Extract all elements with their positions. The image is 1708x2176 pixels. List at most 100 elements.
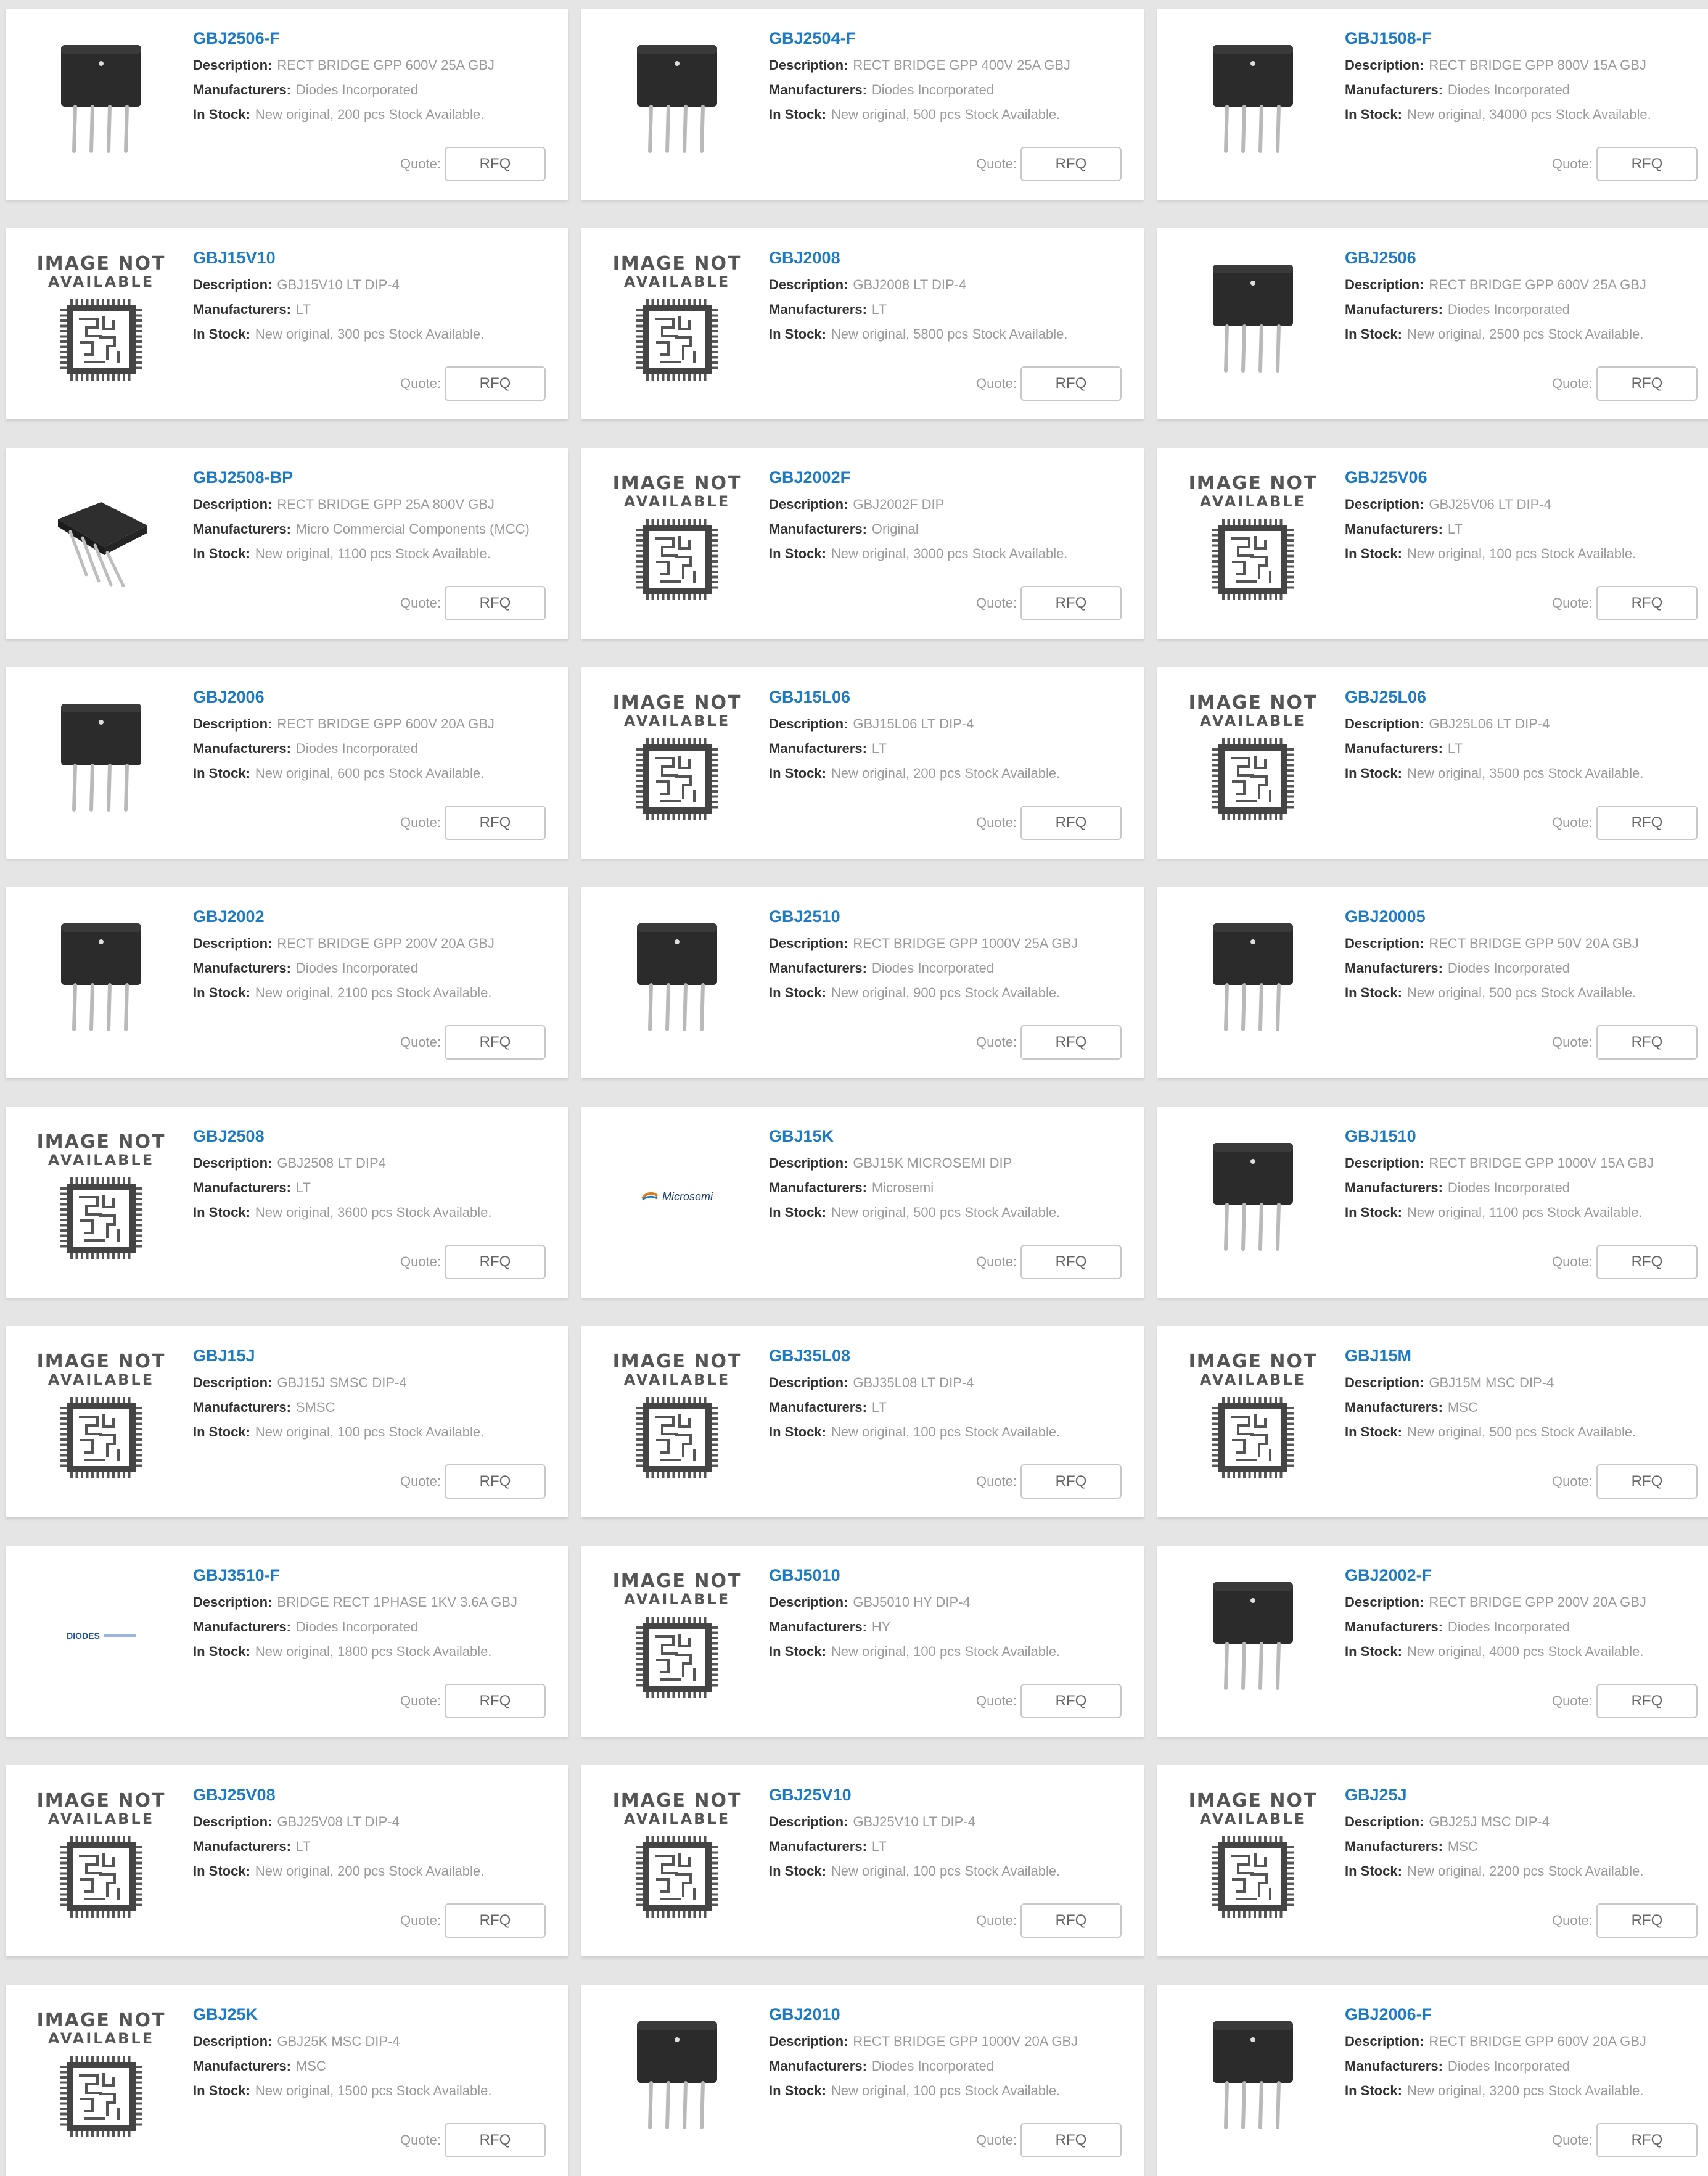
rfq-button[interactable]: RFQ	[1596, 1464, 1698, 1499]
product-image[interactable]: IMAGE NOT AVAILABLE	[606, 683, 748, 831]
description-value: RECT BRIDGE GPP 600V 25A GBJ	[277, 57, 495, 73]
rfq-button[interactable]: RFQ	[445, 586, 546, 620]
product-image[interactable]: IMAGE NOT AVAILABLE	[606, 464, 748, 612]
rfq-button[interactable]: RFQ	[1596, 1903, 1698, 1938]
rfq-button[interactable]: RFQ	[1596, 1684, 1698, 1718]
product-image[interactable]: IMAGE NOT AVAILABLE	[30, 1781, 172, 1929]
rfq-button[interactable]: RFQ	[1596, 2123, 1698, 2157]
rfq-button[interactable]: RFQ	[445, 1684, 546, 1718]
rfq-button[interactable]: RFQ	[1596, 147, 1698, 181]
rfq-button[interactable]: RFQ	[1596, 1245, 1698, 1279]
rfq-button[interactable]: RFQ	[1020, 2123, 1122, 2157]
product-part-number-link[interactable]: GBJ20005	[1345, 905, 1701, 928]
product-part-number-link[interactable]: GBJ25K	[193, 2003, 549, 2026]
product-part-number-link[interactable]: GBJ25L06	[1345, 686, 1701, 708]
product-image[interactable]: IMAGE NOT AVAILABLE	[30, 2001, 172, 2149]
product-part-number-link[interactable]: GBJ2504-F	[769, 27, 1125, 49]
product-part-number-link[interactable]: GBJ2006	[193, 686, 549, 708]
product-part-number-link[interactable]: GBJ15J	[193, 1345, 549, 1367]
product-part-number-link[interactable]: GBJ2510	[769, 905, 1125, 928]
product-image[interactable]: IMAGE NOT AVAILABLE	[606, 244, 748, 392]
rfq-button[interactable]: RFQ	[445, 806, 546, 840]
product-image[interactable]	[1182, 244, 1324, 392]
product-image[interactable]: IMAGE NOT AVAILABLE	[1182, 1342, 1324, 1490]
rfq-button[interactable]: RFQ	[1596, 586, 1698, 620]
product-part-number-link[interactable]: GBJ25J	[1345, 1784, 1701, 1806]
product-image[interactable]	[30, 683, 172, 831]
description-row: Description: GBJ35L08 LT DIP-4	[769, 1370, 1125, 1395]
product-part-number-link[interactable]: GBJ15K	[769, 1125, 1125, 1147]
rfq-button[interactable]: RFQ	[1020, 1903, 1122, 1938]
stock-value: New original, 3600 pcs Stock Available.	[255, 1205, 492, 1220]
rfq-button[interactable]: RFQ	[1020, 586, 1122, 620]
product-image[interactable]: IMAGE NOT AVAILABLE	[606, 1781, 748, 1929]
product-image[interactable]: IMAGE NOT AVAILABLE	[30, 1123, 172, 1271]
rfq-button[interactable]: RFQ	[1020, 1464, 1122, 1499]
rfq-button[interactable]: RFQ	[445, 1464, 546, 1499]
product-image[interactable]: IMAGE NOT AVAILABLE	[1182, 1781, 1324, 1929]
rfq-button[interactable]: RFQ	[445, 1903, 546, 1938]
product-part-number-link[interactable]: GBJ15L06	[769, 686, 1125, 708]
product-image[interactable]: Microsemi	[606, 1123, 748, 1271]
rfq-button[interactable]: RFQ	[1596, 1025, 1698, 1060]
product-image[interactable]	[30, 25, 172, 173]
rfq-button[interactable]: RFQ	[1020, 366, 1122, 401]
rfq-button[interactable]: RFQ	[445, 1245, 546, 1279]
product-image[interactable]: IMAGE NOT AVAILABLE	[1182, 464, 1324, 612]
product-part-number-link[interactable]: GBJ5010	[769, 1564, 1125, 1586]
product-image[interactable]	[30, 464, 172, 612]
product-part-number-link[interactable]: GBJ2006-F	[1345, 2003, 1701, 2026]
product-image[interactable]	[1182, 1562, 1324, 1710]
product-image[interactable]: IMAGE NOT AVAILABLE	[30, 1342, 172, 1490]
product-part-number-link[interactable]: GBJ25V10	[769, 1784, 1125, 1806]
product-card: IMAGE NOT AVAILABLE GBJ15L06 Description…	[581, 667, 1144, 859]
description-label: Description:	[769, 277, 848, 292]
product-part-number-link[interactable]: GBJ2506	[1345, 247, 1701, 269]
description-label: Description:	[769, 716, 848, 732]
product-image[interactable]	[1182, 903, 1324, 1051]
product-part-number-link[interactable]: GBJ2508-BP	[193, 466, 549, 488]
product-image[interactable]	[1182, 25, 1324, 173]
rfq-button[interactable]: RFQ	[1020, 1025, 1122, 1060]
rfq-button[interactable]: RFQ	[1020, 1684, 1122, 1718]
rfq-button[interactable]: RFQ	[1596, 366, 1698, 401]
product-part-number-link[interactable]: GBJ2010	[769, 2003, 1125, 2026]
product-image[interactable]	[606, 2001, 748, 2149]
product-image[interactable]: IMAGE NOT AVAILABLE	[1182, 683, 1324, 831]
product-image[interactable]	[30, 903, 172, 1051]
product-part-number-link[interactable]: GBJ2002	[193, 905, 549, 928]
rfq-button[interactable]: RFQ	[1020, 147, 1122, 181]
rfq-button[interactable]: RFQ	[445, 2123, 546, 2157]
product-image[interactable]	[606, 25, 748, 173]
product-part-number-link[interactable]: GBJ3510-F	[193, 1564, 549, 1586]
rfq-button[interactable]: RFQ	[445, 147, 546, 181]
rfq-button[interactable]: RFQ	[445, 366, 546, 401]
in-stock-label: In Stock:	[769, 326, 826, 342]
product-image[interactable]	[1182, 2001, 1324, 2149]
product-image[interactable]: IMAGE NOT AVAILABLE	[606, 1562, 748, 1710]
description-value: GBJ15K MICROSEMI DIP	[853, 1155, 1012, 1171]
product-image[interactable]: DIODES	[30, 1562, 172, 1710]
rfq-button[interactable]: RFQ	[445, 1025, 546, 1060]
product-part-number-link[interactable]: GBJ2506-F	[193, 27, 549, 49]
product-part-number-link[interactable]: GBJ2002-F	[1345, 1564, 1701, 1586]
product-part-number-link[interactable]: GBJ2002F	[769, 466, 1125, 488]
product-part-number-link[interactable]: GBJ35L08	[769, 1345, 1125, 1367]
rfq-button[interactable]: RFQ	[1020, 1245, 1122, 1279]
product-image[interactable]: IMAGE NOT AVAILABLE	[30, 244, 172, 392]
rfq-button[interactable]: RFQ	[1020, 806, 1122, 840]
product-image[interactable]	[606, 903, 748, 1051]
product-part-number-link[interactable]: GBJ15M	[1345, 1345, 1701, 1367]
product-part-number-link[interactable]: GBJ1510	[1345, 1125, 1701, 1147]
manufacturer-row: Manufacturers: LT	[1345, 517, 1701, 542]
product-part-number-link[interactable]: GBJ1508-F	[1345, 27, 1701, 49]
product-image[interactable]	[1182, 1123, 1324, 1271]
product-part-number-link[interactable]: GBJ25V08	[193, 1784, 549, 1806]
product-part-number-link[interactable]: GBJ15V10	[193, 247, 549, 269]
rfq-button[interactable]: RFQ	[1596, 806, 1698, 840]
product-image[interactable]: IMAGE NOT AVAILABLE	[606, 1342, 748, 1490]
manufacturer-row: Manufacturers: Diodes Incorporated	[1345, 1176, 1701, 1200]
product-part-number-link[interactable]: GBJ2008	[769, 247, 1125, 269]
product-part-number-link[interactable]: GBJ2508	[193, 1125, 549, 1147]
product-part-number-link[interactable]: GBJ25V06	[1345, 466, 1701, 488]
